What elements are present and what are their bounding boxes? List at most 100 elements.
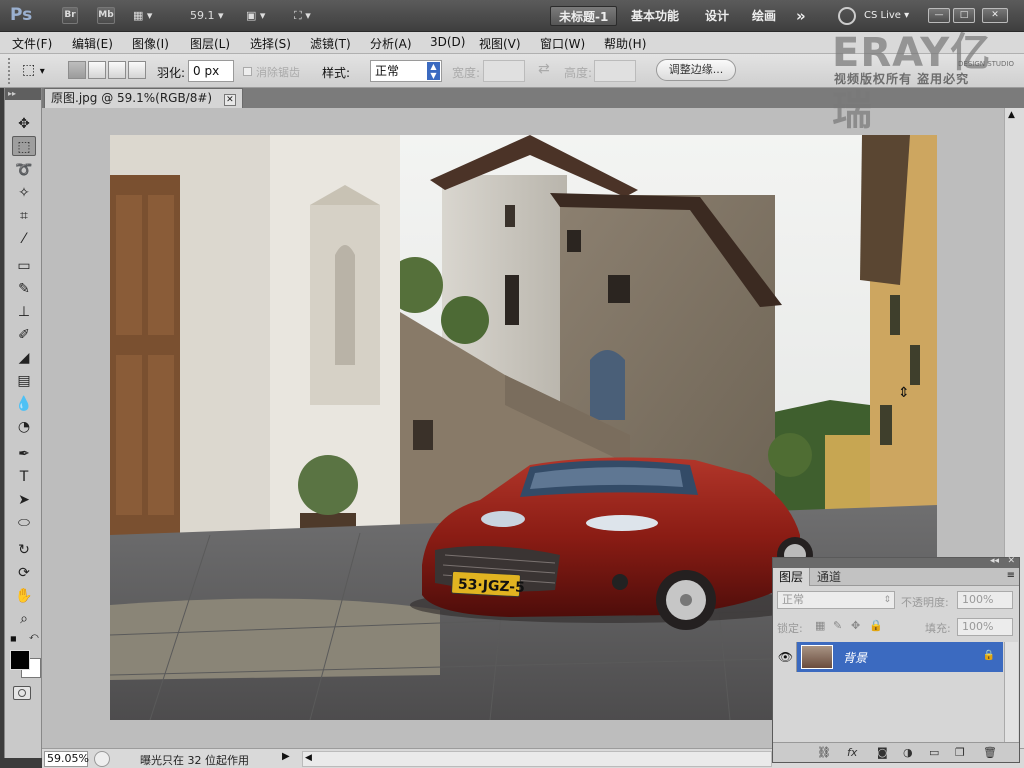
antialias-checkbox[interactable] <box>243 67 252 76</box>
tool-preset-picker[interactable]: ⬚ ▾ <box>22 62 45 78</box>
width-label: 宽度: <box>452 66 481 80</box>
layer-row-background[interactable]: 背景 🔒 <box>797 642 1003 672</box>
refine-edge-button[interactable]: 调整边缘... <box>656 59 736 81</box>
height-input[interactable] <box>594 60 636 82</box>
status-info-icon[interactable] <box>94 751 110 767</box>
quick-mask-button[interactable] <box>13 686 31 700</box>
dodge-tool[interactable]: ◔ <box>12 417 36 437</box>
hand-tool[interactable]: ✋ <box>12 586 36 606</box>
new-selection-button[interactable] <box>68 61 86 79</box>
link-layers-icon[interactable]: ⛓ <box>817 746 831 759</box>
lock-all-icon[interactable]: 🔒 <box>869 619 883 632</box>
scroll-left-arrow-icon[interactable]: ◀ <box>305 753 312 763</box>
blend-mode-select[interactable]: 正常 ⇕ <box>777 591 895 609</box>
pen-tool[interactable]: ✒ <box>12 444 36 464</box>
menu-view[interactable]: 视图(V) <box>479 35 521 52</box>
default-colors-icon[interactable]: ◼ <box>10 634 17 643</box>
eraser-tool[interactable]: ◢ <box>12 348 36 368</box>
screen-mode-dropdown[interactable]: ⛶ ▾ <box>294 6 311 26</box>
workspace-design-button[interactable]: 设计 <box>697 6 737 26</box>
lasso-tool[interactable]: ➰ <box>12 160 36 180</box>
3d-rotate-tool[interactable]: ↻ <box>12 540 36 560</box>
tab-channels[interactable]: 通道 <box>811 568 847 586</box>
clone-stamp-tool[interactable]: ⊥ <box>12 302 36 322</box>
menu-window[interactable]: 窗口(W) <box>540 35 585 52</box>
close-panel-icon[interactable]: ✕ <box>1007 556 1015 566</box>
history-brush-tool[interactable]: ✐ <box>12 325 36 345</box>
adjustment-layer-icon[interactable]: ◑ <box>903 746 913 759</box>
rectangular-marquee-tool[interactable]: ⬚ <box>12 136 36 156</box>
new-group-icon[interactable]: ▭ <box>929 746 939 759</box>
width-input[interactable] <box>483 60 525 82</box>
menu-layer[interactable]: 图层(L) <box>190 35 230 52</box>
eye-icon[interactable]: 👁 <box>775 642 797 672</box>
launch-bridge-button[interactable]: Br <box>62 7 78 24</box>
layers-scrollbar[interactable] <box>1004 642 1018 742</box>
view-extras-dropdown[interactable]: ▦ ▾ <box>133 6 152 26</box>
close-tab-icon[interactable]: ✕ <box>223 94 236 106</box>
quick-selection-tool[interactable]: ✧ <box>12 183 36 203</box>
feather-input[interactable]: 0 px <box>188 60 234 82</box>
lasso-icon: ➰ <box>15 162 33 178</box>
menu-filter[interactable]: 滤镜(T) <box>310 35 351 52</box>
menu-help[interactable]: 帮助(H) <box>604 35 646 52</box>
menu-select[interactable]: 选择(S) <box>250 35 291 52</box>
path-selection-tool[interactable]: ➤ <box>12 490 36 510</box>
lock-transparency-icon[interactable]: ▦ <box>815 619 825 632</box>
fx-icon[interactable]: fx <box>847 746 857 759</box>
workspace-untitled-button[interactable]: 未标题-1 <box>550 6 618 26</box>
horizontal-scrollbar[interactable]: ◀ <box>302 751 772 767</box>
quick-mask-icon <box>18 689 26 697</box>
menu-file[interactable]: 文件(F) <box>12 35 52 52</box>
style-select[interactable]: 正常 ▲ ▼ <box>370 60 442 82</box>
tools-panel-header[interactable]: ▸▸ <box>5 88 41 100</box>
arrange-documents-dropdown[interactable]: ▣ ▾ <box>246 6 265 26</box>
status-menu-arrow-icon[interactable]: ▶ <box>282 751 290 762</box>
gradient-tool[interactable]: ▤ <box>12 371 36 391</box>
swap-dimensions-icon[interactable]: ⇄ <box>538 61 550 77</box>
3d-orbit-tool[interactable]: ⟳ <box>12 563 36 583</box>
healing-brush-tool[interactable]: ▭ <box>12 256 36 276</box>
layer-mask-icon[interactable]: ◙ <box>877 746 888 759</box>
3d-rotate-icon: ↻ <box>18 542 30 558</box>
fill-input[interactable]: 100% <box>957 618 1013 636</box>
ellipse-tool[interactable]: ⬭ <box>12 513 36 533</box>
menu-analysis[interactable]: 分析(A) <box>370 35 412 52</box>
intersect-selection-button[interactable] <box>128 61 146 79</box>
lock-position-icon[interactable]: ✥ <box>851 619 860 632</box>
workspace-painting-button[interactable]: 绘画 <box>744 6 784 26</box>
brush-tool[interactable]: ✎ <box>12 279 36 299</box>
type-tool[interactable]: T <box>12 467 36 487</box>
foreground-color-swatch[interactable] <box>10 650 30 670</box>
new-layer-icon[interactable]: ❐ <box>955 746 965 759</box>
crop-tool[interactable]: ⌗ <box>12 206 36 226</box>
lock-image-icon[interactable]: ✎ <box>833 619 842 632</box>
collapse-panel-icon[interactable]: ◂◂ <box>990 556 999 566</box>
grip-handle[interactable] <box>8 58 10 84</box>
opacity-input[interactable]: 100% <box>957 591 1013 609</box>
eyedropper-tool[interactable]: ⁄ <box>12 229 36 249</box>
layers-panel-titlebar[interactable]: ◂◂ ✕ <box>773 556 1019 568</box>
panel-menu-icon[interactable]: ≡ <box>1007 570 1015 581</box>
chevron-down-icon: ▾ <box>146 9 153 22</box>
add-to-selection-button[interactable] <box>88 61 106 79</box>
swap-colors-icon[interactable]: ⤺ <box>29 632 39 642</box>
wand-icon: ✧ <box>18 185 30 201</box>
trash-icon[interactable]: 🗑 <box>983 746 997 759</box>
zoom-level-dropdown[interactable]: 59.1 ▾ <box>190 6 224 26</box>
tab-layers[interactable]: 图层 <box>773 568 811 586</box>
blur-tool[interactable]: 💧 <box>12 394 36 414</box>
workspace-essentials-button[interactable]: 基本功能 <box>623 6 687 26</box>
document-tab[interactable]: 原图.jpg @ 59.1%(RGB/8#) ✕ <box>44 88 243 108</box>
zoom-tool[interactable]: ⌕ <box>12 609 36 629</box>
subtract-from-selection-button[interactable] <box>108 61 126 79</box>
drop-icon: 💧 <box>15 396 33 412</box>
more-workspaces-button[interactable]: » <box>788 6 814 26</box>
chevron-down-icon: ▾ <box>218 9 224 22</box>
status-zoom-field[interactable]: 59.05% <box>44 751 89 767</box>
move-tool[interactable]: ✥ <box>12 114 36 134</box>
menu-3d[interactable]: 3D(D) <box>430 35 465 49</box>
menu-edit[interactable]: 编辑(E) <box>72 35 113 52</box>
launch-minibridge-button[interactable]: Mb <box>97 7 115 24</box>
menu-image[interactable]: 图像(I) <box>132 35 169 52</box>
